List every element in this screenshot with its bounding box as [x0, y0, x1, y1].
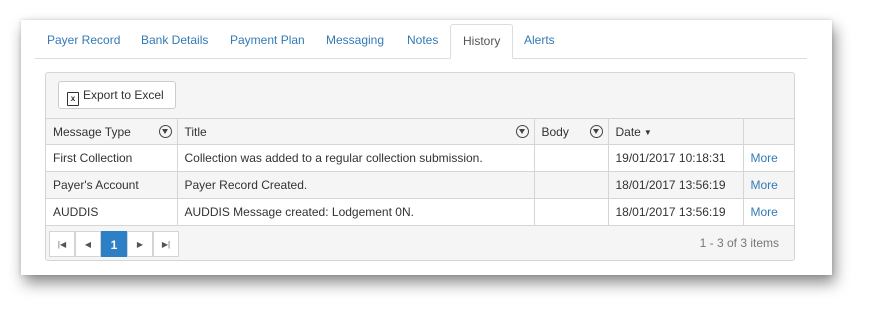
more-link[interactable]: More [751, 205, 778, 219]
table-row[interactable]: Payer's Account Payer Record Created. 18… [46, 171, 794, 199]
column-header-actions [743, 119, 794, 145]
tab-payer-record[interactable]: Payer Record [47, 24, 120, 57]
cell-body [534, 198, 609, 226]
table-header-row: Message Type Title Body Date ▼ [46, 119, 794, 145]
tab-history[interactable]: History [450, 24, 514, 59]
more-link[interactable]: More [751, 178, 778, 192]
filter-icon[interactable] [589, 125, 603, 138]
first-page-icon[interactable]: |◀ [49, 231, 75, 257]
table-row[interactable]: AUDDIS AUDDIS Message created: Lodgement… [46, 198, 794, 226]
grid-toolbar: x Export to Excel [46, 73, 794, 119]
history-grid: x Export to Excel Message Type Title Body… [45, 72, 795, 261]
page-number-button[interactable]: 1 [101, 231, 127, 257]
cell-title: Collection was added to a regular collec… [177, 144, 535, 172]
cell-message-type: First Collection [46, 144, 178, 172]
cell-body [534, 171, 609, 199]
tab-alerts[interactable]: Alerts [524, 24, 555, 57]
column-header-message-type[interactable]: Message Type [46, 119, 178, 145]
tab-messaging[interactable]: Messaging [326, 24, 384, 57]
export-to-excel-button[interactable]: x Export to Excel [58, 81, 176, 109]
table-row[interactable]: First Collection Collection was added to… [46, 144, 794, 172]
history-table: Message Type Title Body Date ▼ First Coll… [46, 119, 794, 226]
tab-bank-details[interactable]: Bank Details [141, 24, 208, 57]
filter-icon[interactable] [158, 125, 172, 138]
previous-page-icon[interactable]: ◀ [75, 231, 101, 257]
cell-date: 18/01/2017 13:56:19 [608, 198, 744, 226]
column-header-body[interactable]: Body [534, 119, 609, 145]
next-page-icon[interactable]: ▶ [127, 231, 153, 257]
pager-info: 1 - 3 of 3 items [699, 236, 779, 250]
cell-date: 18/01/2017 13:56:19 [608, 171, 744, 199]
cell-title: AUDDIS Message created: Lodgement 0N. [177, 198, 535, 226]
more-link[interactable]: More [751, 151, 778, 165]
cell-message-type: Payer's Account [46, 171, 178, 199]
cell-body [534, 144, 609, 172]
excel-file-icon: x [67, 92, 79, 106]
filter-icon[interactable] [515, 125, 529, 138]
tab-bar: Payer Record Bank Details Payment Plan M… [35, 24, 807, 59]
pager: |◀ ◀ 1 ▶ ▶| 1 - 3 of 3 items [46, 227, 794, 260]
cell-title: Payer Record Created. [177, 171, 535, 199]
last-page-icon[interactable]: ▶| [153, 231, 179, 257]
cell-date: 19/01/2017 10:18:31 [608, 144, 744, 172]
export-label: Export to Excel [83, 88, 164, 102]
column-header-date[interactable]: Date ▼ [608, 119, 744, 145]
column-header-title[interactable]: Title [177, 119, 535, 145]
cell-message-type: AUDDIS [46, 198, 178, 226]
history-panel: Payer Record Bank Details Payment Plan M… [21, 20, 832, 275]
sort-descending-icon: ▼ [643, 127, 652, 137]
tab-payment-plan[interactable]: Payment Plan [230, 24, 305, 57]
tab-notes[interactable]: Notes [407, 24, 438, 57]
